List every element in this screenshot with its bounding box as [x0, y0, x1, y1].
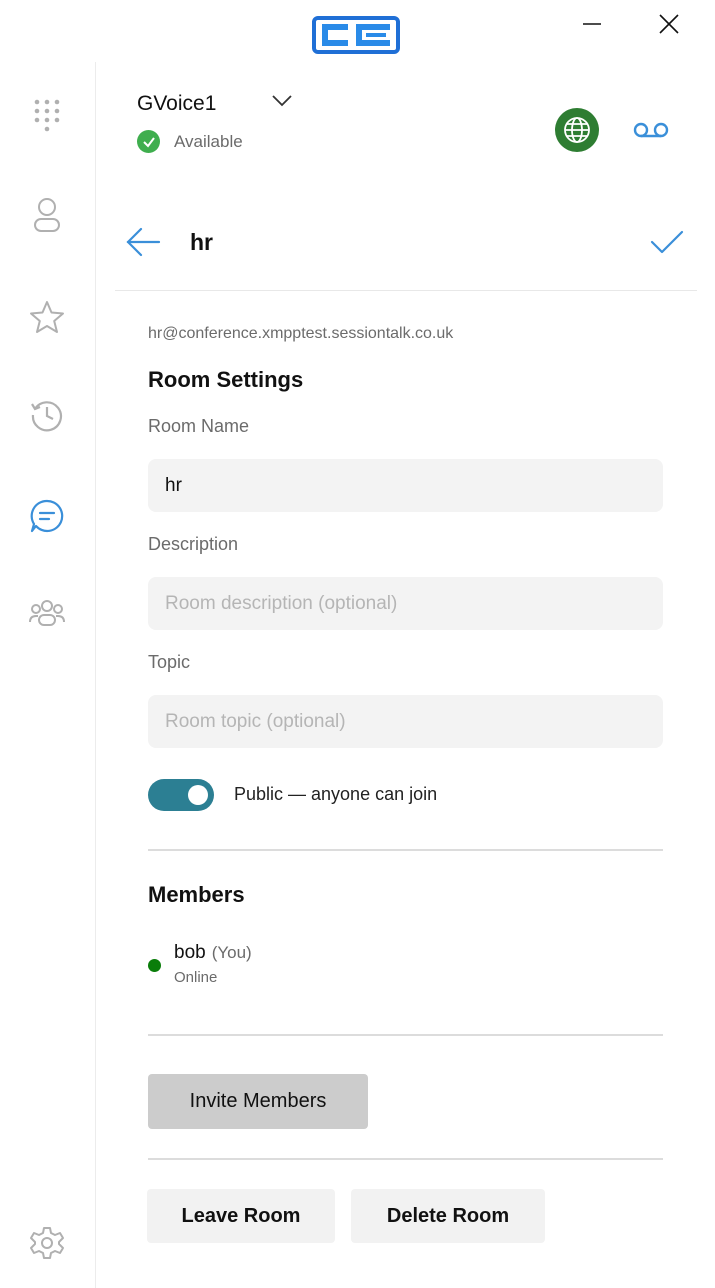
member-list-item[interactable]: bob (You) Online	[148, 942, 663, 992]
section-divider	[148, 849, 663, 851]
history-icon	[31, 401, 63, 432]
room-title: hr	[190, 229, 213, 255]
sidebar-item-history[interactable]	[24, 392, 70, 438]
close-icon	[659, 14, 679, 34]
dialpad-icon	[34, 99, 60, 132]
online-indicator	[148, 959, 161, 972]
star-icon	[30, 301, 64, 333]
description-label: Description	[148, 534, 239, 554]
chat-icon	[30, 499, 64, 533]
status-label: Available	[174, 131, 243, 151]
group-icon	[29, 600, 65, 626]
room-jid: hr@conference.xmpptest.sessiontalk.co.uk	[148, 325, 454, 342]
gear-icon	[30, 1227, 64, 1259]
close-window-button[interactable]	[647, 6, 691, 42]
sidebar	[0, 62, 96, 1288]
description-input[interactable]	[148, 577, 663, 630]
back-button[interactable]	[123, 222, 163, 262]
check-icon	[650, 230, 684, 254]
topic-input[interactable]	[148, 695, 663, 748]
header-divider	[115, 290, 697, 291]
title-bar	[0, 0, 715, 62]
section-divider	[148, 1034, 663, 1036]
room-name-label: Room Name	[148, 416, 250, 436]
leave-room-button[interactable]: Leave Room	[147, 1189, 335, 1243]
presence-status[interactable]: Available	[137, 130, 243, 153]
minimize-button[interactable]	[570, 6, 614, 42]
person-icon	[34, 198, 60, 232]
account-dropdown[interactable]	[267, 88, 297, 114]
main-panel: GVoice1 Available hr hr@conference.xmppt…	[97, 62, 715, 1288]
member-name-row: bob (You)	[174, 942, 252, 964]
account-name[interactable]: GVoice1	[137, 92, 216, 116]
sidebar-item-chat[interactable]	[24, 493, 70, 539]
sidebar-item-settings[interactable]	[24, 1220, 70, 1266]
invite-members-button[interactable]: Invite Members	[148, 1074, 368, 1129]
room-settings-heading: Room Settings	[148, 367, 304, 392]
voicemail-button[interactable]	[629, 112, 673, 148]
sidebar-item-dialpad[interactable]	[24, 92, 70, 138]
member-status: Online	[174, 969, 218, 986]
sidebar-item-favorites[interactable]	[24, 294, 70, 340]
chevron-down-icon	[272, 95, 292, 107]
member-you-tag: (You)	[211, 943, 252, 962]
topic-label: Topic	[148, 652, 191, 672]
public-toggle[interactable]	[148, 779, 214, 811]
minimize-icon	[583, 23, 601, 25]
voicemail-icon	[633, 122, 669, 138]
available-check-icon	[137, 130, 160, 153]
section-divider	[148, 1158, 663, 1160]
member-name: bob	[174, 942, 206, 963]
members-heading: Members	[148, 882, 245, 907]
public-toggle-label: Public — anyone can join	[234, 784, 438, 804]
globe-button[interactable]	[555, 108, 599, 152]
arrow-left-icon	[126, 227, 161, 257]
sidebar-item-contacts[interactable]	[24, 192, 70, 238]
delete-room-button[interactable]: Delete Room	[351, 1189, 545, 1243]
globe-icon	[564, 117, 590, 143]
cc-logo	[312, 14, 400, 56]
toggle-knob	[188, 785, 208, 805]
sidebar-item-groups[interactable]	[24, 592, 70, 638]
room-name-input[interactable]	[148, 459, 663, 512]
save-button[interactable]	[647, 222, 687, 262]
